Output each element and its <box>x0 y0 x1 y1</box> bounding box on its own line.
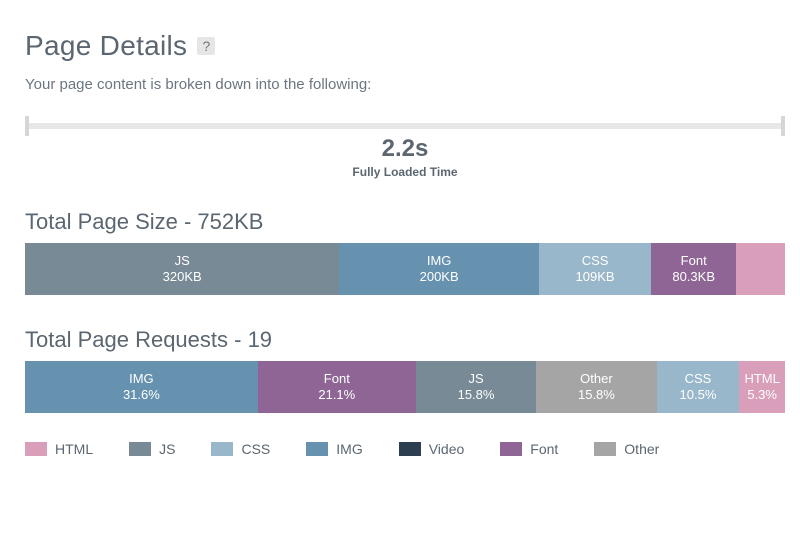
subtitle: Your page content is broken down into th… <box>25 76 785 93</box>
legend-swatch <box>129 442 151 456</box>
legend-item-font[interactable]: Font <box>500 441 558 457</box>
header-row: Page Details ? <box>25 30 785 62</box>
segment-html[interactable]: HTML42.7KB <box>736 243 785 295</box>
legend-label: Other <box>624 441 659 457</box>
legend-swatch <box>399 442 421 456</box>
segment-value: 31.6% <box>123 387 160 403</box>
segment-css[interactable]: CSS10.5% <box>657 361 740 413</box>
segment-label: JS <box>175 253 190 269</box>
legend-label: Font <box>530 441 558 457</box>
segment-css[interactable]: CSS109KB <box>539 243 651 295</box>
segment-value: 5.3% <box>747 387 777 403</box>
legend-swatch <box>25 442 47 456</box>
legend-item-video[interactable]: Video <box>399 441 465 457</box>
page-details-panel: Page Details ? Your page content is brok… <box>0 0 800 487</box>
segment-label: HTML <box>744 371 779 387</box>
segment-font[interactable]: Font21.1% <box>258 361 416 413</box>
segment-other[interactable]: Other15.8% <box>536 361 656 413</box>
legend: HTML JS CSS IMG Video Font Other <box>25 441 785 457</box>
segment-label: JS <box>468 371 483 387</box>
segment-value: 109KB <box>576 269 615 285</box>
legend-label: JS <box>159 441 175 457</box>
segment-js[interactable]: JS320KB <box>25 243 339 295</box>
segment-value: 200KB <box>420 269 459 285</box>
segment-img[interactable]: IMG31.6% <box>25 361 258 413</box>
segment-value: 21.1% <box>318 387 355 403</box>
segment-img[interactable]: IMG200KB <box>339 243 538 295</box>
legend-item-html[interactable]: HTML <box>25 441 93 457</box>
legend-item-css[interactable]: CSS <box>211 441 270 457</box>
segment-label: CSS <box>685 371 712 387</box>
fully-loaded-value: 2.2s <box>25 135 785 163</box>
size-section-title: Total Page Size - 752KB <box>25 209 785 235</box>
requests-stacked-bar: IMG31.6%Font21.1%JS15.8%Other15.8%CSS10.… <box>25 361 785 413</box>
size-stacked-bar: JS320KBIMG200KBCSS109KBFont80.3KBHTML42.… <box>25 243 785 295</box>
segment-label: Font <box>681 253 707 269</box>
timeline-center: 2.2s Fully Loaded Time <box>25 135 785 181</box>
requests-section-title: Total Page Requests - 19 <box>25 327 785 353</box>
segment-value: 80.3KB <box>672 269 715 285</box>
help-icon[interactable]: ? <box>197 37 215 55</box>
legend-label: HTML <box>55 441 93 457</box>
legend-swatch <box>594 442 616 456</box>
fully-loaded-label: Fully Loaded Time <box>352 165 457 179</box>
legend-swatch <box>500 442 522 456</box>
segment-label: Font <box>324 371 350 387</box>
segment-label: IMG <box>427 253 452 269</box>
legend-label: IMG <box>336 441 362 457</box>
segment-value: 15.8% <box>458 387 495 403</box>
timeline: 2.2s Fully Loaded Time <box>25 123 785 181</box>
legend-item-js[interactable]: JS <box>129 441 175 457</box>
segment-font[interactable]: Font80.3KB <box>651 243 736 295</box>
legend-item-other[interactable]: Other <box>594 441 659 457</box>
segment-label: Other <box>580 371 613 387</box>
segment-value: 320KB <box>163 269 202 285</box>
segment-value: 15.8% <box>578 387 615 403</box>
page-title: Page Details <box>25 30 187 62</box>
segment-label: CSS <box>582 253 609 269</box>
timeline-track <box>25 123 785 129</box>
segment-label: IMG <box>129 371 154 387</box>
legend-label: CSS <box>241 441 270 457</box>
segment-html[interactable]: HTML5.3% <box>739 361 785 413</box>
legend-swatch <box>306 442 328 456</box>
legend-swatch <box>211 442 233 456</box>
segment-js[interactable]: JS15.8% <box>416 361 536 413</box>
legend-label: Video <box>429 441 465 457</box>
legend-item-img[interactable]: IMG <box>306 441 362 457</box>
segment-value: 10.5% <box>680 387 717 403</box>
